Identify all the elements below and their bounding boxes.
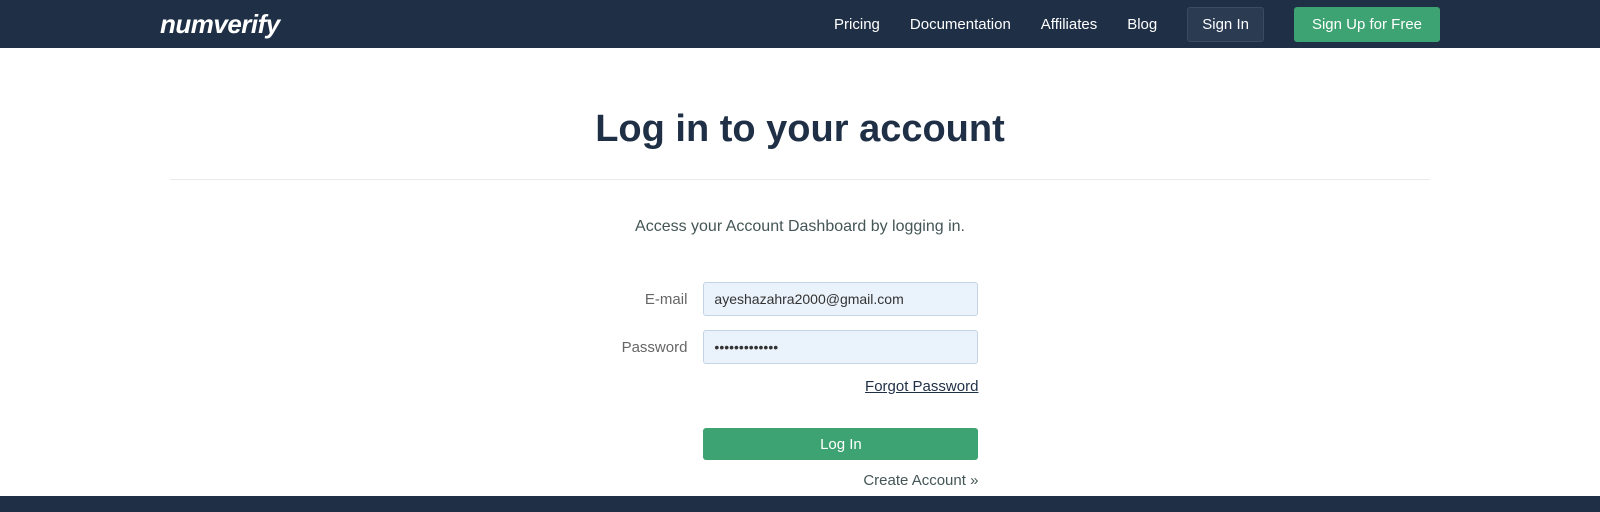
page-title: Log in to your account	[0, 108, 1600, 151]
nav: Pricing Documentation Affiliates Blog Si…	[834, 7, 1440, 42]
nav-affiliates[interactable]: Affiliates	[1041, 16, 1097, 33]
subtitle: Access your Account Dashboard by logging…	[0, 218, 1600, 236]
forgot-password-row: Forgot Password	[622, 378, 979, 396]
logo[interactable]: numverify	[160, 9, 280, 40]
create-account-link[interactable]: Create Account »	[622, 472, 979, 489]
divider	[170, 179, 1430, 180]
password-row: Password	[622, 330, 979, 364]
password-field[interactable]	[703, 330, 978, 364]
nav-blog[interactable]: Blog	[1127, 16, 1157, 33]
footer-bar	[0, 496, 1600, 512]
main-content: Log in to your account Access your Accou…	[0, 48, 1600, 490]
signup-button[interactable]: Sign Up for Free	[1294, 7, 1440, 42]
header: numverify Pricing Documentation Affiliat…	[0, 0, 1600, 48]
nav-pricing[interactable]: Pricing	[834, 16, 880, 33]
email-row: E-mail	[622, 282, 979, 316]
email-field[interactable]	[703, 282, 978, 316]
signin-button[interactable]: Sign In	[1187, 7, 1264, 42]
nav-documentation[interactable]: Documentation	[910, 16, 1011, 33]
login-form: E-mail Password Forgot Password Log In C…	[622, 282, 979, 489]
email-label: E-mail	[645, 291, 688, 308]
password-label: Password	[622, 339, 688, 356]
forgot-password-link[interactable]: Forgot Password	[865, 378, 978, 395]
login-button[interactable]: Log In	[703, 428, 978, 460]
